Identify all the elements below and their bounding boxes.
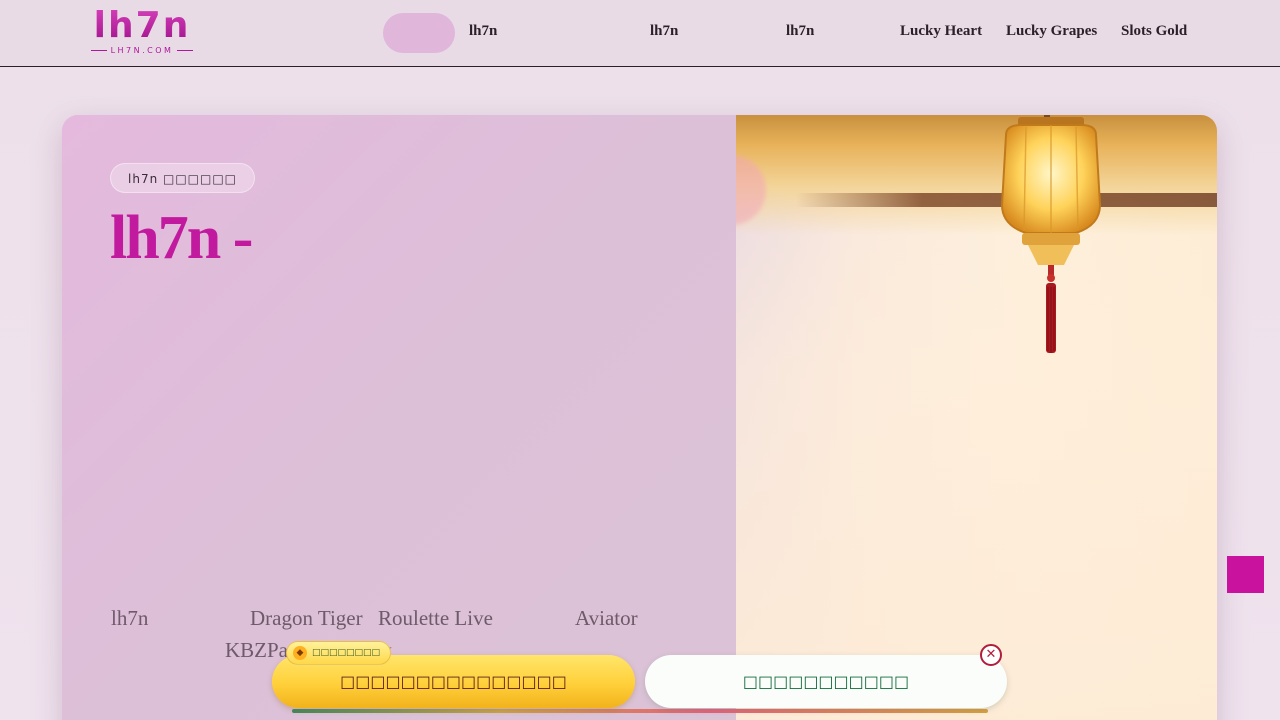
cta-badge-text: □□□□□□□□: [312, 648, 381, 658]
lantern-illustration: [976, 115, 1126, 365]
game-link-dragon-tiger[interactable]: Dragon Tiger: [250, 606, 363, 631]
nav-item-lucky-heart[interactable]: Lucky Heart: [900, 23, 982, 40]
game-link-lh7n[interactable]: lh7n: [111, 606, 148, 631]
logo-domain-text: LH7N.COM: [110, 46, 174, 55]
hero-title: lh7n -: [110, 204, 253, 272]
hero-card: lh7n □□□□□□ lh7n -: [62, 115, 1217, 720]
site-logo[interactable]: lh7n LH7N.COM: [82, 8, 202, 56]
game-link-aviator[interactable]: Aviator: [575, 606, 638, 631]
gift-icon: ◆: [293, 646, 307, 660]
close-icon[interactable]: ✕: [980, 644, 1002, 666]
logo-divider-right: [177, 50, 194, 51]
nav-item-lucky-grapes[interactable]: Lucky Grapes: [1006, 23, 1097, 40]
cta-underline: [292, 709, 988, 713]
site-header: lh7n LH7N.COM lh7n lh7n lh7n Lucky Heart…: [0, 0, 1280, 67]
nav-item-slots-gold[interactable]: Slots Gold: [1121, 23, 1187, 40]
nav-active-pill[interactable]: [383, 13, 455, 53]
logo-domain: LH7N.COM: [82, 46, 202, 55]
game-link-roulette-live[interactable]: Roulette Live: [378, 606, 493, 631]
floating-side-button[interactable]: [1227, 556, 1264, 593]
cta-promo-badge: ◆ □□□□□□□□: [286, 641, 392, 665]
nav-item-lh7n-3[interactable]: lh7n: [786, 23, 814, 40]
nav-item-lh7n-2[interactable]: lh7n: [650, 23, 678, 40]
cta-secondary-button[interactable]: □□□□□□□□□□□: [645, 655, 1007, 708]
logo-divider-left: [90, 50, 107, 51]
hero-image: [736, 115, 1217, 720]
nav-item-lh7n-1[interactable]: lh7n: [469, 23, 497, 40]
logo-wordmark: lh7n: [82, 8, 202, 44]
hero-badge: lh7n □□□□□□: [110, 163, 256, 193]
